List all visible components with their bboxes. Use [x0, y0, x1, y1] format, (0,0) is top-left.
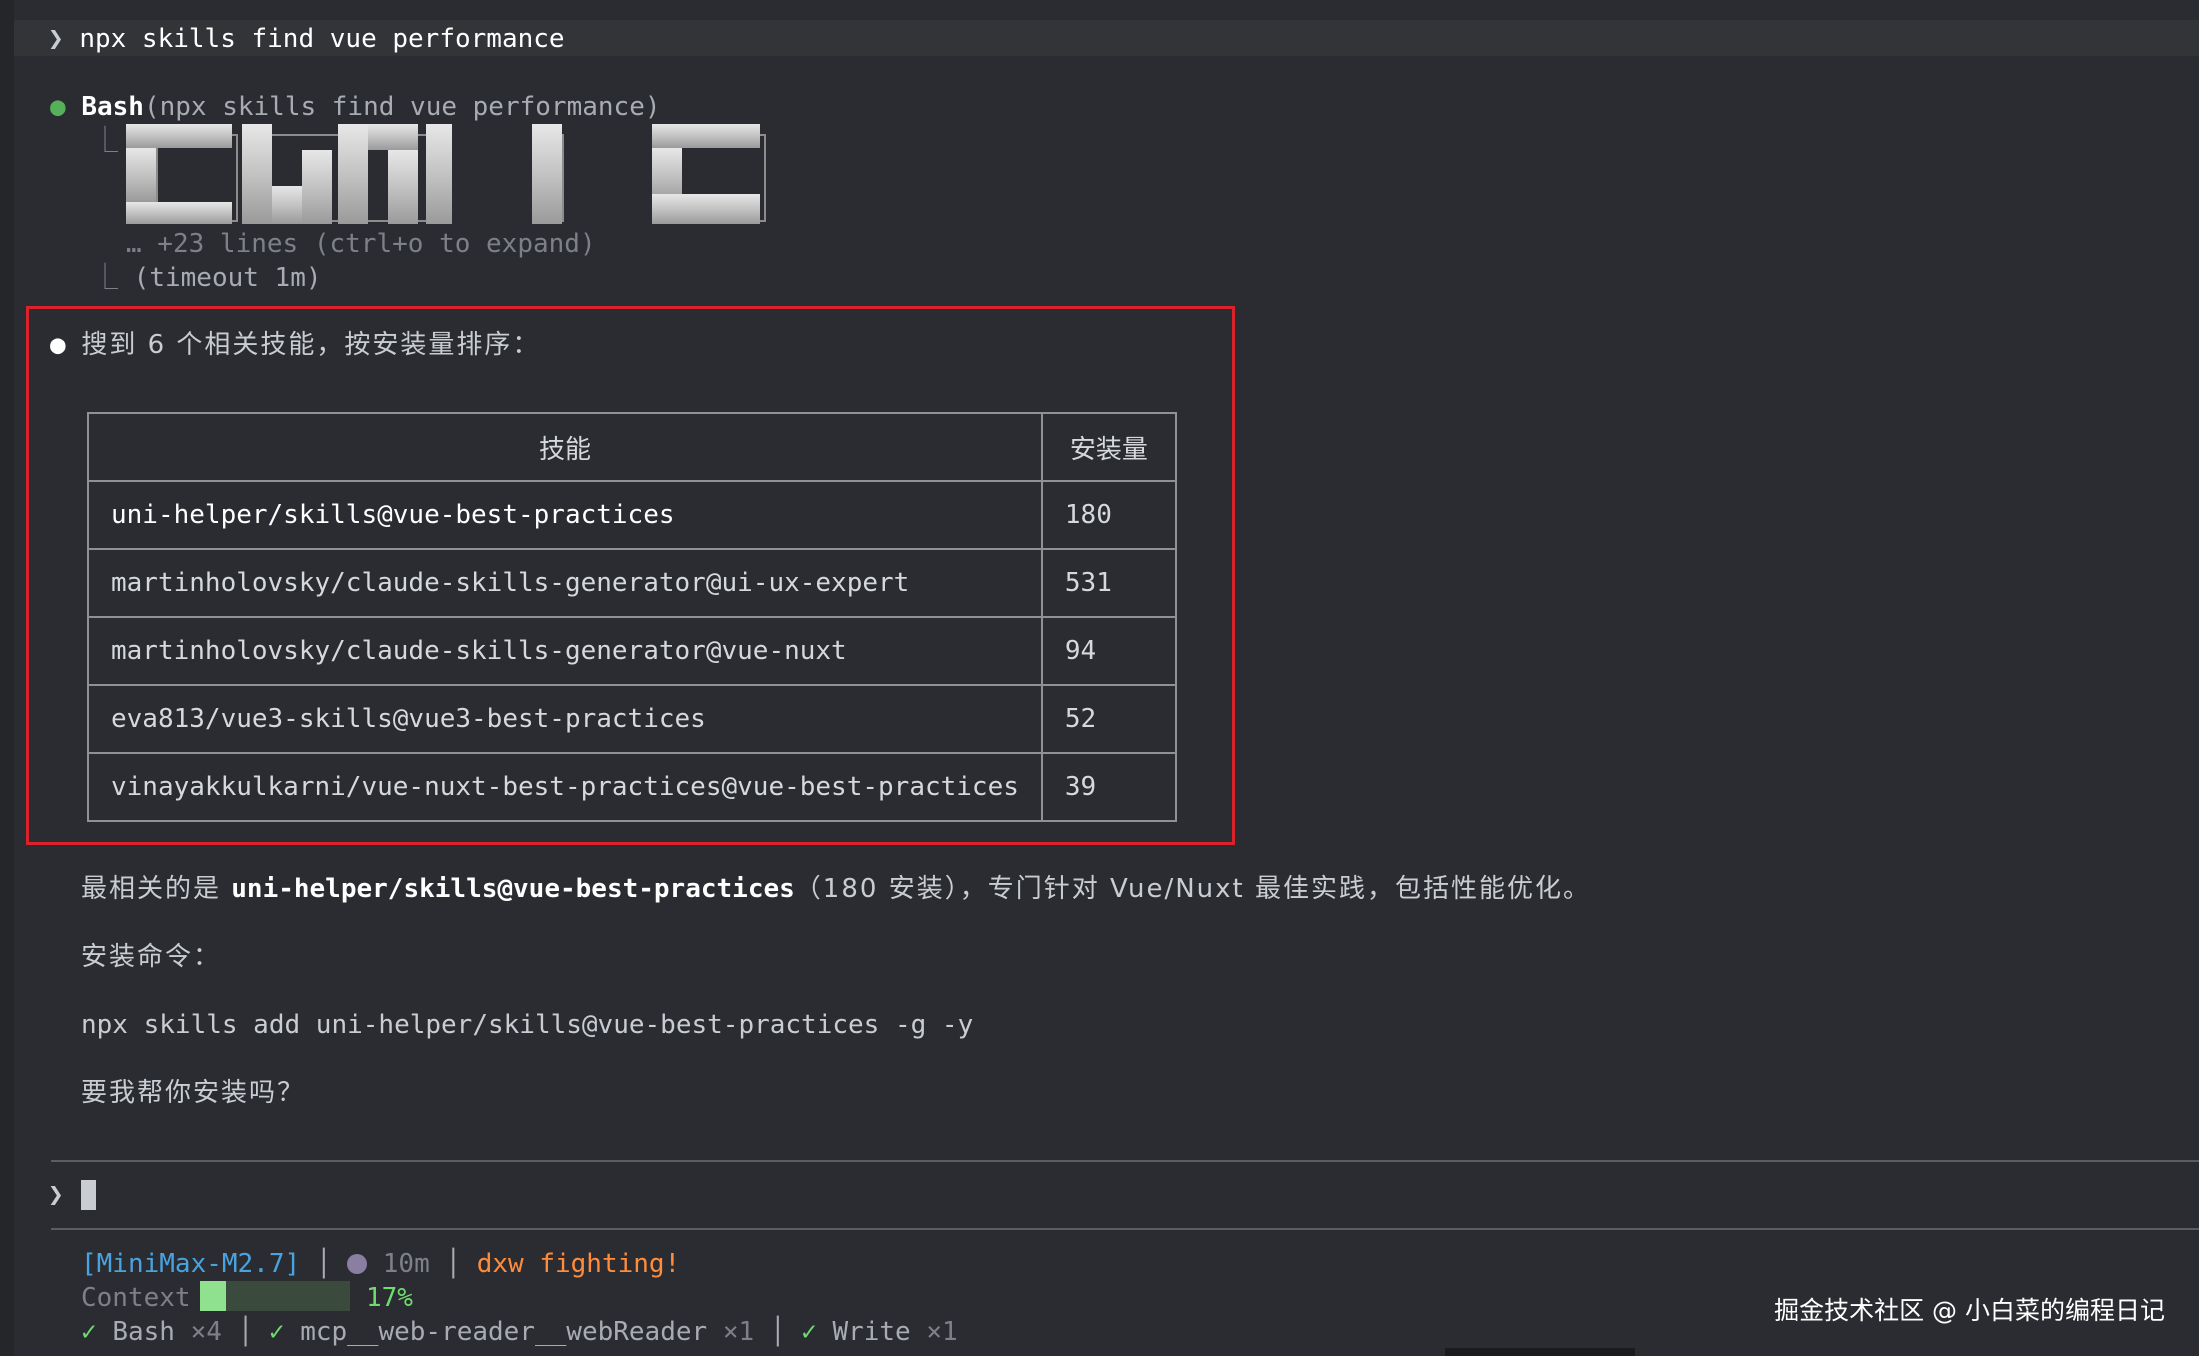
input-cursor[interactable]: [81, 1180, 96, 1210]
timeout-note: (timeout 1m): [133, 263, 322, 293]
skills-table: 技能 安装量 uni-helper/skills@vue-best-practi…: [87, 412, 1177, 822]
status-line: [MiniMax-M2.7] │ 10m │ dxw fighting!: [81, 1247, 680, 1281]
tool-usage-name: mcp__web-reader__webReader: [300, 1317, 708, 1347]
elapsed-time: 10m: [382, 1249, 430, 1279]
recommend-prefix: 最相关的是: [81, 874, 232, 904]
table-row: martinholovsky/claude-skills-generator@v…: [87, 616, 1177, 686]
recommendation-line: 最相关的是 uni-helper/skills@vue-best-practic…: [81, 872, 1591, 906]
skill-name: martinholovsky/claude-skills-generator@v…: [87, 616, 1043, 686]
tree-branch-icon: ⎿: [92, 263, 119, 293]
tool-call-line[interactable]: ● Bash(npx skills find vue performance): [50, 90, 661, 124]
table-row: martinholovsky/claude-skills-generator@u…: [87, 548, 1177, 618]
skill-name: martinholovsky/claude-skills-generator@u…: [87, 548, 1043, 618]
input-top-divider: [51, 1160, 2199, 1162]
context-label: Context: [81, 1283, 191, 1313]
install-count: 39: [1040, 752, 1177, 822]
table-row: eva813/vue3-skills@vue3-best-practices 5…: [87, 684, 1177, 754]
column-header-installs: 安装量: [1040, 412, 1177, 482]
install-command[interactable]: npx skills add uni-helper/skills@vue-bes…: [81, 1008, 973, 1042]
separator: │: [315, 1249, 332, 1279]
status-dot-icon: ●: [50, 92, 66, 122]
tree-branch-icon: ⎿: [92, 126, 119, 156]
tagline: dxw fighting!: [476, 1249, 681, 1279]
install-count: 52: [1040, 684, 1177, 754]
input-bottom-divider: [51, 1228, 2199, 1230]
table-row: vinayakkulkarni/vue-nuxt-best-practices@…: [87, 752, 1177, 822]
install-count: 94: [1040, 616, 1177, 686]
check-icon: ✓: [268, 1317, 285, 1347]
prompt-line: ❯ npx skills find vue performance: [48, 22, 565, 56]
prompt-chevron-icon: ❯: [48, 24, 64, 54]
horizontal-scrollbar[interactable]: [1445, 1348, 1635, 1356]
tool-usage-name: Bash: [112, 1317, 175, 1347]
install-question: 要我帮你安装吗？: [81, 1078, 306, 1108]
prompt-command: npx skills find vue performance: [79, 24, 565, 54]
result-summary-line: ● 搜到 6 个相关技能，按安装量排序：: [50, 328, 540, 362]
install-count: 180: [1040, 480, 1177, 550]
context-progress-fill: [200, 1281, 226, 1311]
install-count: 531: [1040, 548, 1177, 618]
tool-usage-name: Write: [832, 1317, 911, 1347]
recommend-skill: uni-helper/skills@vue-best-practices: [231, 874, 795, 904]
skill-name: uni-helper/skills@vue-best-practices: [87, 480, 1043, 550]
timeout-line: ⎿ (timeout 1m): [92, 261, 322, 295]
result-summary: 搜到 6 个相关技能，按安装量排序：: [81, 330, 541, 360]
terminal-gutter: [0, 0, 14, 1356]
check-icon: ✓: [81, 1317, 97, 1347]
context-progress-bar: [200, 1281, 350, 1311]
column-header-skill: 技能: [87, 412, 1043, 482]
tool-usage-count: ×1: [926, 1317, 958, 1347]
response-dot-icon: ●: [50, 330, 66, 360]
clock-icon: [347, 1254, 368, 1274]
input-chevron-icon: ❯: [48, 1180, 64, 1210]
recommend-suffix: （180 安装），专门针对 Vue/Nuxt 最佳实践，包括性能优化。: [794, 874, 1591, 904]
collapsed-lines-hint[interactable]: … +23 lines (ctrl+o to expand): [126, 227, 596, 261]
tool-usage-line: ✓ Bash ×4 │ ✓ mcp__web-reader__webReader…: [81, 1315, 958, 1349]
ascii-art-banner: [126, 124, 766, 226]
separator: │: [769, 1317, 786, 1347]
separator: │: [445, 1249, 462, 1279]
separator: │: [237, 1317, 254, 1347]
tool-usage-count: ×4: [190, 1317, 222, 1347]
model-name: [MiniMax-M2.7]: [81, 1249, 301, 1279]
context-percent: 17%: [366, 1283, 413, 1313]
table-header-row: 技能 安装量: [87, 412, 1177, 482]
install-label: 安装命令：: [81, 942, 222, 972]
tool-usage-count: ×1: [722, 1317, 755, 1347]
skill-name: vinayakkulkarni/vue-nuxt-best-practices@…: [87, 752, 1043, 822]
watermark: 掘金技术社区 @ 小白菜的编程日记: [1774, 1296, 2165, 1325]
tool-name: Bash: [81, 92, 144, 122]
skill-name: eva813/vue3-skills@vue3-best-practices: [87, 684, 1043, 754]
tool-args: (npx skills find vue performance): [143, 92, 661, 122]
table-row: uni-helper/skills@vue-best-practices 180: [87, 480, 1177, 550]
check-icon: ✓: [801, 1317, 817, 1347]
